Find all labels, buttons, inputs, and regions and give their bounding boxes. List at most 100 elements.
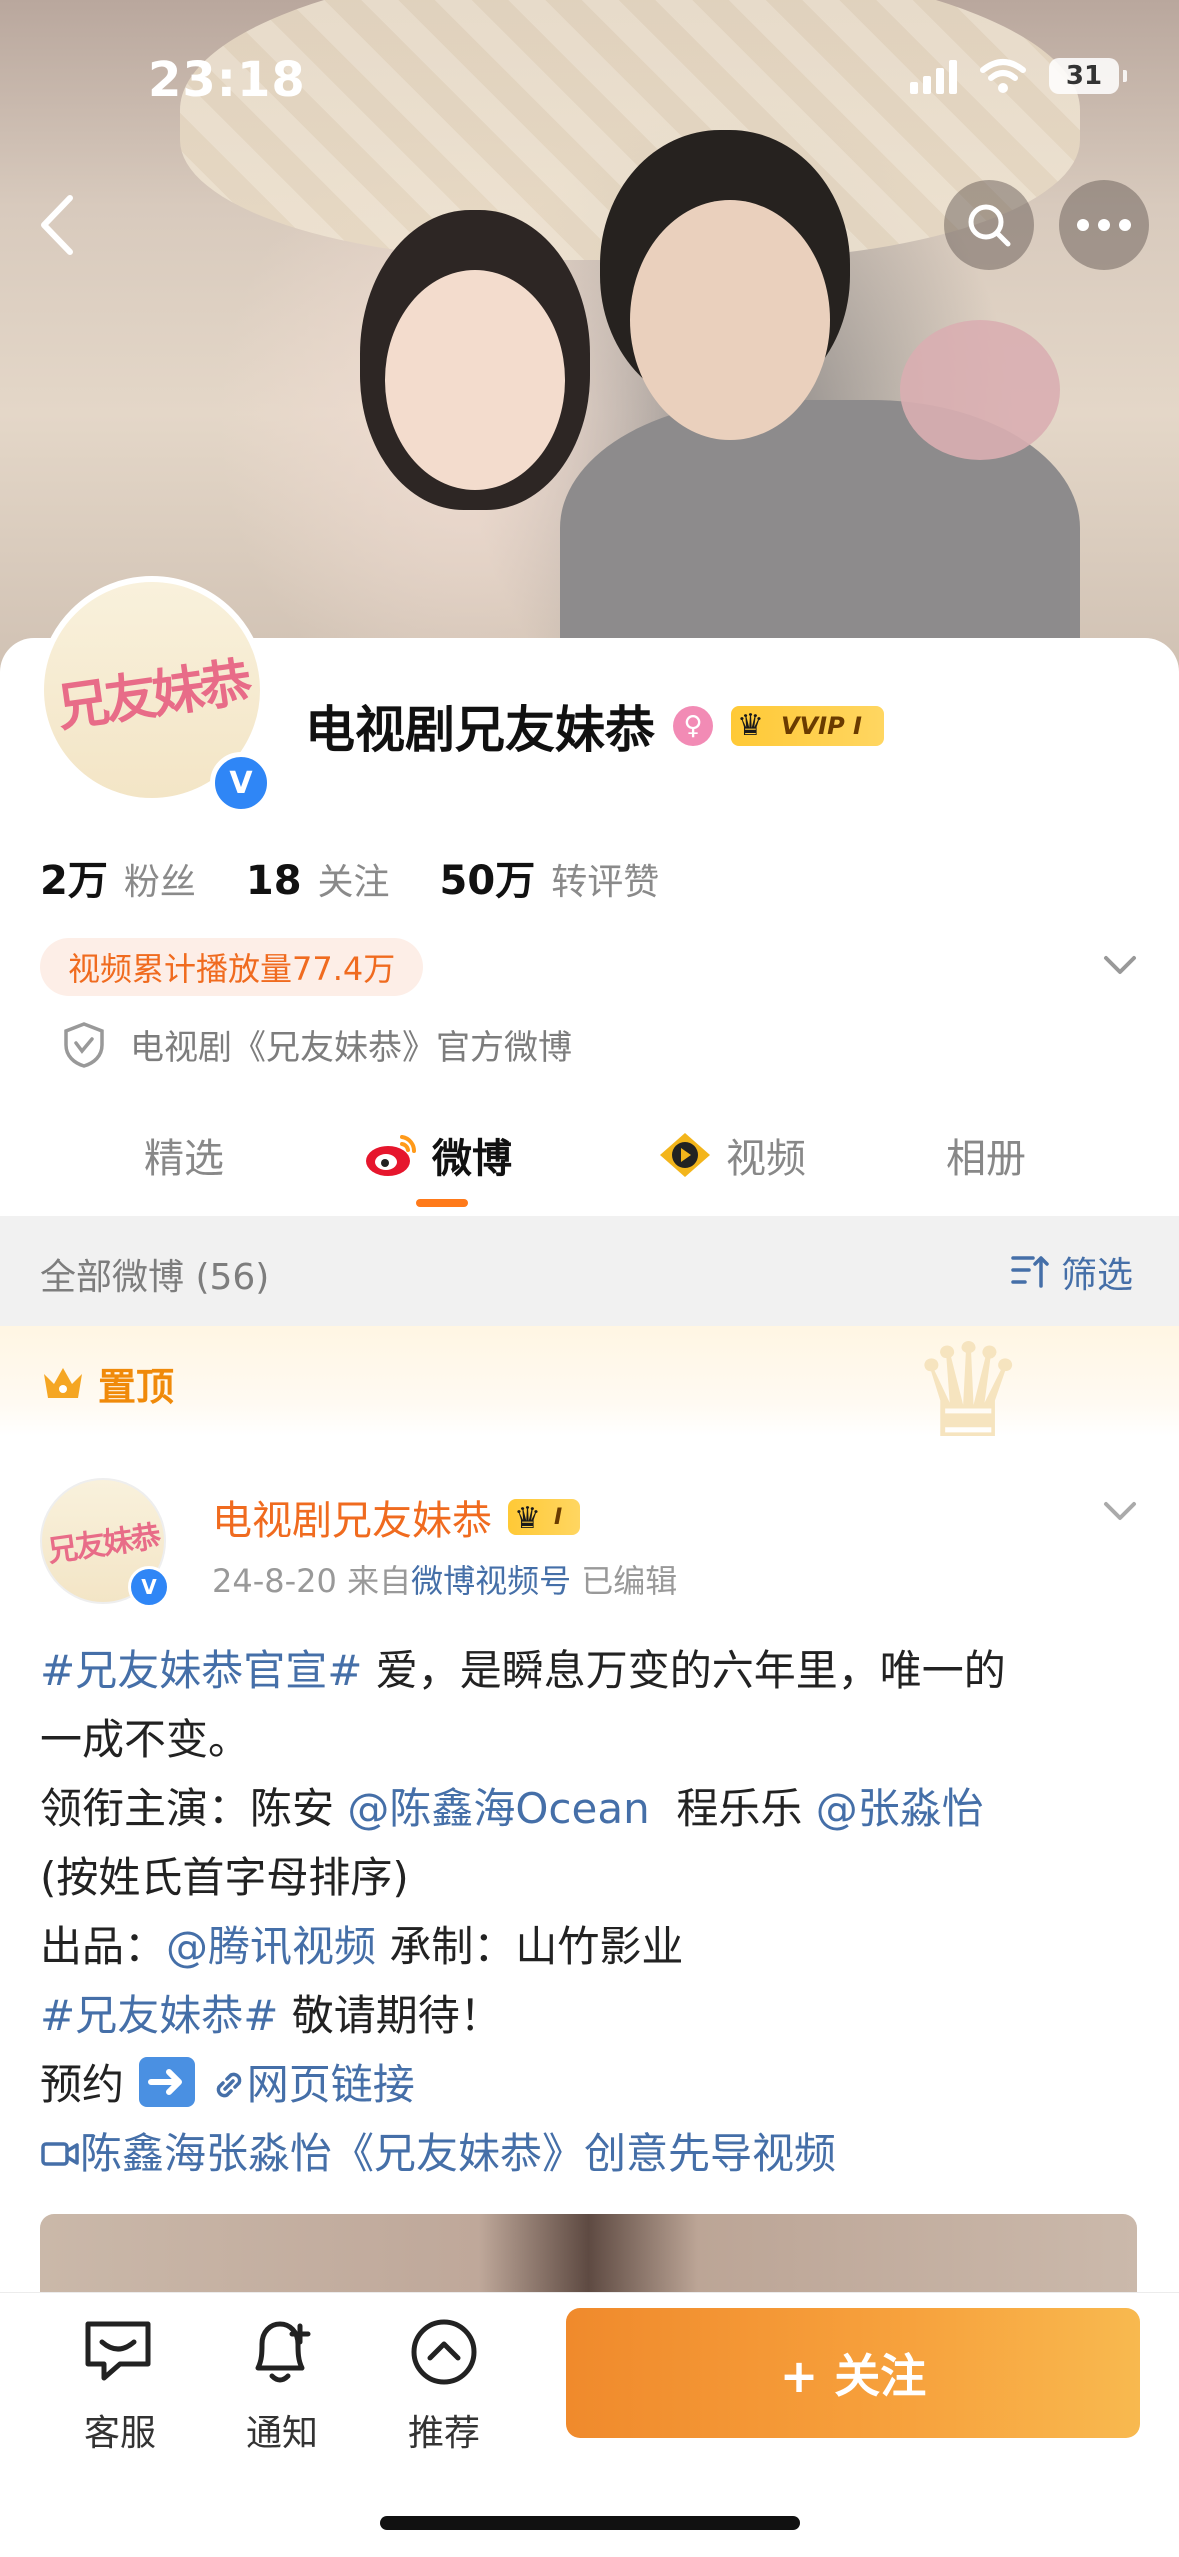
filter-bar: 全部微博 (56) 筛选 bbox=[0, 1216, 1179, 1326]
hashtag-link[interactable]: #兄友妹恭# bbox=[40, 1991, 278, 2040]
post-meta: 24-8-20 来自微博视频号 已编辑 bbox=[212, 1556, 677, 1602]
video-camera-icon bbox=[41, 2142, 79, 2166]
recommend-button[interactable]: 推荐 bbox=[384, 2312, 504, 2456]
female-icon: ♀ bbox=[673, 706, 713, 746]
battery-indicator: 31 bbox=[1049, 58, 1127, 94]
follow-button[interactable]: + 关注 bbox=[566, 2308, 1140, 2438]
post-text-span: 程乐乐 bbox=[649, 1784, 816, 1833]
pinned-label-text: 置顶 bbox=[98, 1365, 175, 1409]
chevron-down-icon[interactable] bbox=[1100, 950, 1140, 980]
post-line: 出品：@腾讯视频 承制：山竹影业 bbox=[40, 1912, 1150, 1981]
post-count: 全部微博 (56) bbox=[40, 1257, 270, 1298]
tab-featured[interactable]: 精选 bbox=[144, 1126, 224, 1184]
vip-badge-label: I bbox=[554, 1504, 563, 1530]
post-line: 陈鑫海张淼怡《兄友妹恭》创意先导视频 bbox=[40, 2119, 1150, 2188]
status-indicators: 31 bbox=[910, 58, 1127, 94]
search-icon bbox=[968, 204, 1011, 247]
crown-icon: ♛ bbox=[514, 1501, 541, 1536]
post-edited-label: 已编辑 bbox=[581, 1562, 678, 1600]
chevron-up-circle-icon bbox=[411, 2319, 477, 2385]
tab-video[interactable]: 视频 bbox=[656, 1126, 806, 1184]
tab-album[interactable]: 相册 bbox=[946, 1126, 1026, 1184]
more-button[interactable] bbox=[1059, 180, 1149, 270]
stat-followers[interactable]: 2万 粉丝 bbox=[40, 848, 196, 906]
post-text-span: 领衔主演：陈安 bbox=[40, 1784, 348, 1833]
tab-label: 视频 bbox=[726, 1136, 806, 1182]
post-vip-badge[interactable]: ♛ I bbox=[508, 1499, 581, 1536]
post-line: #兄友妹恭官宣# 爱，是瞬息万变的六年里，唯一的 bbox=[40, 1636, 1150, 1705]
profile-stats: 2万 粉丝 18 关注 50万 转评赞 bbox=[40, 848, 659, 906]
back-button[interactable] bbox=[28, 190, 88, 260]
notify-label: 通知 bbox=[245, 2413, 318, 2454]
pinned-decoration-crown-icon: ♛ bbox=[910, 1315, 1027, 1467]
follow-button-label: + 关注 bbox=[779, 2349, 927, 2403]
filter-sort-icon bbox=[1011, 1256, 1049, 1288]
chevron-left-icon bbox=[41, 195, 73, 255]
verified-badge-icon: V bbox=[210, 752, 272, 814]
mention-link[interactable]: @张淼怡 bbox=[816, 1784, 984, 1833]
hashtag-link[interactable]: #兄友妹恭官宣# bbox=[40, 1646, 362, 1695]
vip-badge-label: VVIP I bbox=[781, 712, 862, 740]
tab-label: 精选 bbox=[144, 1136, 224, 1182]
pinned-header: 置顶 ♛ bbox=[0, 1326, 1179, 1456]
post-text-span: (按姓氏首字母排序) bbox=[40, 1853, 409, 1902]
mention-link[interactable]: @陈鑫海Ocean bbox=[347, 1784, 649, 1833]
post-date: 24-8-20 bbox=[212, 1562, 337, 1600]
web-link-label: 网页链接 bbox=[246, 2060, 415, 2109]
shield-icon bbox=[64, 1021, 104, 1068]
video-link[interactable]: 陈鑫海张淼怡《兄友妹恭》创意先导视频 bbox=[40, 2129, 836, 2178]
chat-bubble-icon bbox=[85, 2321, 151, 2381]
banner-plush-toy bbox=[900, 320, 1060, 460]
cellular-signal-icon bbox=[910, 58, 957, 94]
stat-label: 转评赞 bbox=[551, 862, 660, 903]
bell-plus-icon bbox=[255, 2321, 311, 2383]
crown-icon bbox=[44, 1367, 82, 1398]
weibo-logo-icon bbox=[366, 1135, 417, 1176]
profile-tabs: 精选 微博 视频 相册 bbox=[0, 1106, 1179, 1216]
post-line: 领衔主演：陈安 @陈鑫海Ocean 程乐乐 @张淼怡 bbox=[40, 1774, 1150, 1843]
post-text-span: 出品： bbox=[40, 1922, 167, 1971]
filter-button[interactable]: 筛选 bbox=[1009, 1246, 1133, 1298]
mention-link[interactable]: @腾讯视频 bbox=[166, 1922, 376, 1971]
customer-service-label: 客服 bbox=[83, 2413, 156, 2454]
post-text-span: 承制：山竹影业 bbox=[376, 1922, 684, 1971]
tab-weibo[interactable]: 微博 bbox=[362, 1126, 512, 1184]
stat-number: 50万 bbox=[439, 858, 536, 904]
status-time: 23:18 bbox=[148, 52, 306, 108]
notify-button[interactable]: 通知 bbox=[222, 2312, 342, 2456]
profile-name-row: 电视剧兄友妹恭 ♀ ♛ VVIP I bbox=[305, 690, 884, 762]
tab-label: 相册 bbox=[946, 1136, 1026, 1182]
search-button[interactable] bbox=[944, 180, 1034, 270]
stat-likes[interactable]: 50万 转评赞 bbox=[440, 848, 660, 906]
avatar-logo-text: 兄友妹恭 bbox=[53, 651, 253, 739]
post-line: (按姓氏首字母排序) bbox=[40, 1843, 1150, 1912]
stat-label: 粉丝 bbox=[123, 862, 196, 903]
banner-person-right-face bbox=[630, 200, 830, 440]
post-author-name[interactable]: 电视剧兄友妹恭 bbox=[212, 1488, 492, 1546]
stat-number: 2万 bbox=[40, 858, 108, 904]
stat-label: 关注 bbox=[317, 862, 390, 903]
post-image-preview[interactable] bbox=[40, 2214, 1137, 2294]
verified-badge-icon: V bbox=[128, 1566, 170, 1608]
arrow-right-emoji-icon bbox=[139, 2057, 196, 2107]
active-tab-indicator bbox=[416, 1199, 468, 1207]
stat-following[interactable]: 18 关注 bbox=[246, 853, 390, 905]
chevron-down-icon[interactable] bbox=[1100, 1496, 1140, 1526]
post-line: 一成不变。 bbox=[40, 1705, 1150, 1774]
post-line: 预约 网页链接 bbox=[40, 2050, 1150, 2119]
post-source-link[interactable]: 微博视频号 bbox=[411, 1562, 571, 1600]
crown-icon: ♛ bbox=[737, 708, 764, 743]
official-description-text: 电视剧《兄友妹恭》官方微博 bbox=[130, 1028, 572, 1068]
vip-badge[interactable]: ♛ VVIP I bbox=[731, 706, 884, 746]
video-play-count-pill[interactable]: 视频累计播放量77.4万 bbox=[40, 938, 424, 996]
home-indicator[interactable] bbox=[380, 2516, 800, 2530]
more-dots-icon bbox=[1077, 219, 1131, 231]
wifi-icon bbox=[980, 59, 1026, 93]
post-text-span: 爱，是瞬息万变的六年里，唯一的 bbox=[362, 1646, 1006, 1695]
post-author-row: 电视剧兄友妹恭 ♛ I bbox=[212, 1488, 581, 1546]
web-link[interactable]: 网页链接 bbox=[211, 2060, 415, 2109]
pinned-label: 置顶 bbox=[40, 1356, 174, 1411]
customer-service-button[interactable]: 客服 bbox=[60, 2312, 180, 2456]
official-description: 电视剧《兄友妹恭》官方微博 bbox=[62, 1020, 572, 1069]
link-icon bbox=[216, 2072, 242, 2098]
